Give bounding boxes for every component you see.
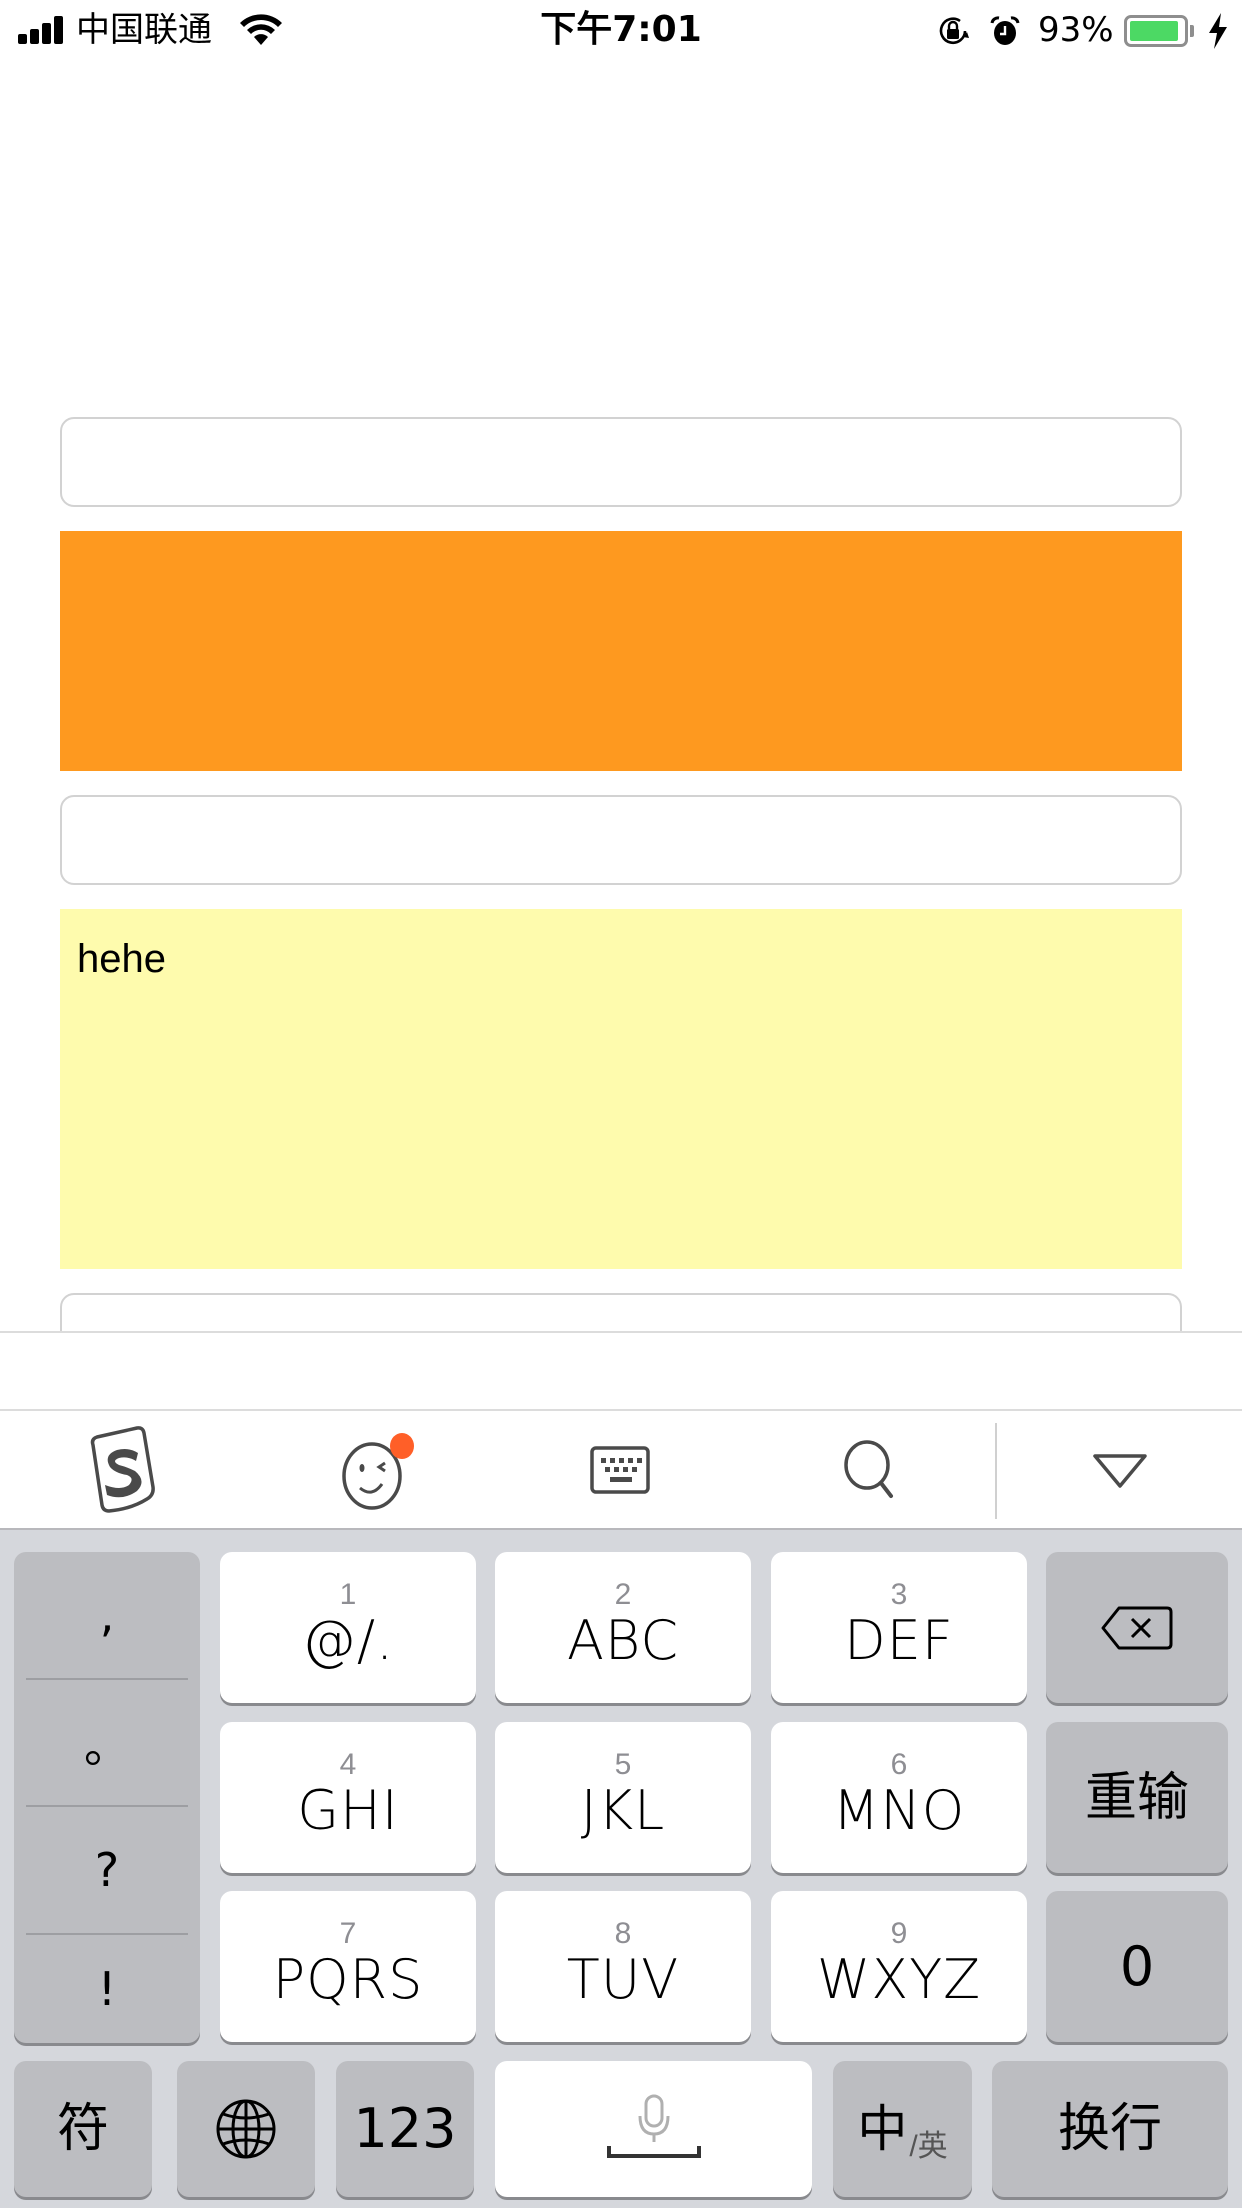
toolbar-divider [995, 1423, 997, 1519]
key-number: 5 [614, 1747, 632, 1781]
keyboard-icon [590, 1446, 650, 1494]
alarm-icon [990, 16, 1020, 45]
zero-label: 0 [1119, 1934, 1155, 1998]
space-key[interactable] [495, 2061, 812, 2197]
sogou-nine-key-keyboard: , 。 ? ! 1 @/. 2 ABC 3 DEF 4 GHI 5 JKL 6 … [0, 1530, 1242, 2208]
language-switch-key[interactable]: 中 /英 [833, 2061, 972, 2197]
battery-percent: 93% [1038, 10, 1114, 50]
orientation-lock-icon [939, 17, 969, 45]
return-label: 换行 [1057, 2099, 1162, 2159]
punctuation-column[interactable]: , 。 ? ! [14, 1552, 200, 2043]
key-number: 7 [339, 1916, 357, 1950]
symbols-key[interactable]: 符 [14, 2061, 152, 2197]
key-7[interactable]: 7 PQRS [220, 1891, 476, 2042]
text-input-2[interactable] [60, 795, 1182, 885]
globe-key[interactable] [177, 2061, 315, 2197]
key-letters: DEF [844, 1608, 954, 1672]
notification-badge [390, 1433, 414, 1459]
search-icon [844, 1440, 893, 1498]
key-4[interactable]: 4 GHI [220, 1722, 476, 1873]
punct-question-key[interactable]: ? [14, 1807, 200, 1933]
key-letters: MNO [832, 1778, 966, 1842]
key-number: 4 [339, 1747, 357, 1781]
reenter-key[interactable]: 重输 [1046, 1722, 1228, 1873]
sogou-s-icon [90, 1426, 155, 1513]
key-5[interactable]: 5 JKL [495, 1722, 751, 1873]
wink-face-icon [342, 1433, 414, 1510]
textarea-text: hehe [77, 937, 166, 981]
key-1[interactable]: 1 @/. [220, 1552, 476, 1703]
reenter-label: 重输 [1084, 1767, 1189, 1828]
punct-comma-key[interactable]: , [14, 1552, 200, 1678]
numbers-label: 123 [353, 2097, 457, 2160]
symbols-label: 符 [56, 2099, 109, 2159]
text-input-3[interactable] [60, 1293, 1182, 1332]
orange-block [60, 531, 1182, 771]
key-letters: @/. [301, 1608, 395, 1672]
punct-period-key[interactable]: 。 [14, 1680, 200, 1805]
key-2[interactable]: 2 ABC [495, 1552, 751, 1703]
battery-cap [1190, 25, 1194, 37]
web-page: hehe [0, 60, 1242, 1332]
key-3[interactable]: 3 DEF [771, 1552, 1027, 1703]
key-number: 1 [339, 1577, 357, 1611]
numbers-key[interactable]: 123 [336, 2061, 474, 2197]
key-number: 6 [890, 1747, 908, 1781]
charging-bolt-icon [1209, 13, 1227, 49]
battery-level-fill [1130, 21, 1179, 41]
key-letters: PQRS [272, 1947, 424, 2011]
globe-icon [216, 2099, 276, 2159]
battery-icon [1124, 15, 1188, 47]
zero-key[interactable]: 0 [1046, 1891, 1228, 2042]
key-number: 8 [614, 1916, 632, 1950]
emoji-button[interactable] [330, 1411, 430, 1529]
microphone-icon [606, 2094, 701, 2158]
punct-exclaim-key[interactable]: ! [14, 1935, 200, 2043]
keyboard-accessory-bar [0, 1331, 1242, 1410]
key-9[interactable]: 9 WXYZ [771, 1891, 1027, 2042]
key-number: 9 [890, 1916, 908, 1950]
key-letters: GHI [297, 1778, 399, 1842]
key-number: 3 [890, 1577, 908, 1611]
lang-secondary: /英 [909, 2130, 948, 2163]
key-letters: TUV [566, 1947, 680, 2011]
textarea[interactable]: hehe [60, 909, 1182, 1269]
return-key[interactable]: 换行 [992, 2061, 1228, 2197]
key-6[interactable]: 6 MNO [771, 1722, 1027, 1873]
keyboard-switch-button[interactable] [580, 1411, 660, 1529]
search-button[interactable] [830, 1411, 910, 1529]
sogou-logo-button[interactable] [78, 1411, 168, 1529]
key-letters: ABC [566, 1608, 680, 1672]
key-number: 2 [614, 1577, 632, 1611]
hide-keyboard-button[interactable] [1080, 1411, 1160, 1529]
key-letters: WXYZ [816, 1947, 982, 2011]
delete-key[interactable] [1046, 1552, 1228, 1703]
key-letters: JKL [580, 1778, 666, 1842]
language-label: 中 /英 [857, 2101, 947, 2163]
keyboard-toolbar [0, 1409, 1242, 1530]
triangle-down-icon [1093, 1454, 1147, 1488]
lang-primary: 中 [857, 2101, 908, 2157]
key-8[interactable]: 8 TUV [495, 1891, 751, 2042]
text-input-1[interactable] [60, 417, 1182, 507]
backspace-icon [1101, 1606, 1173, 1649]
status-bar: 中国联通 下午7:01 93% [0, 0, 1242, 60]
